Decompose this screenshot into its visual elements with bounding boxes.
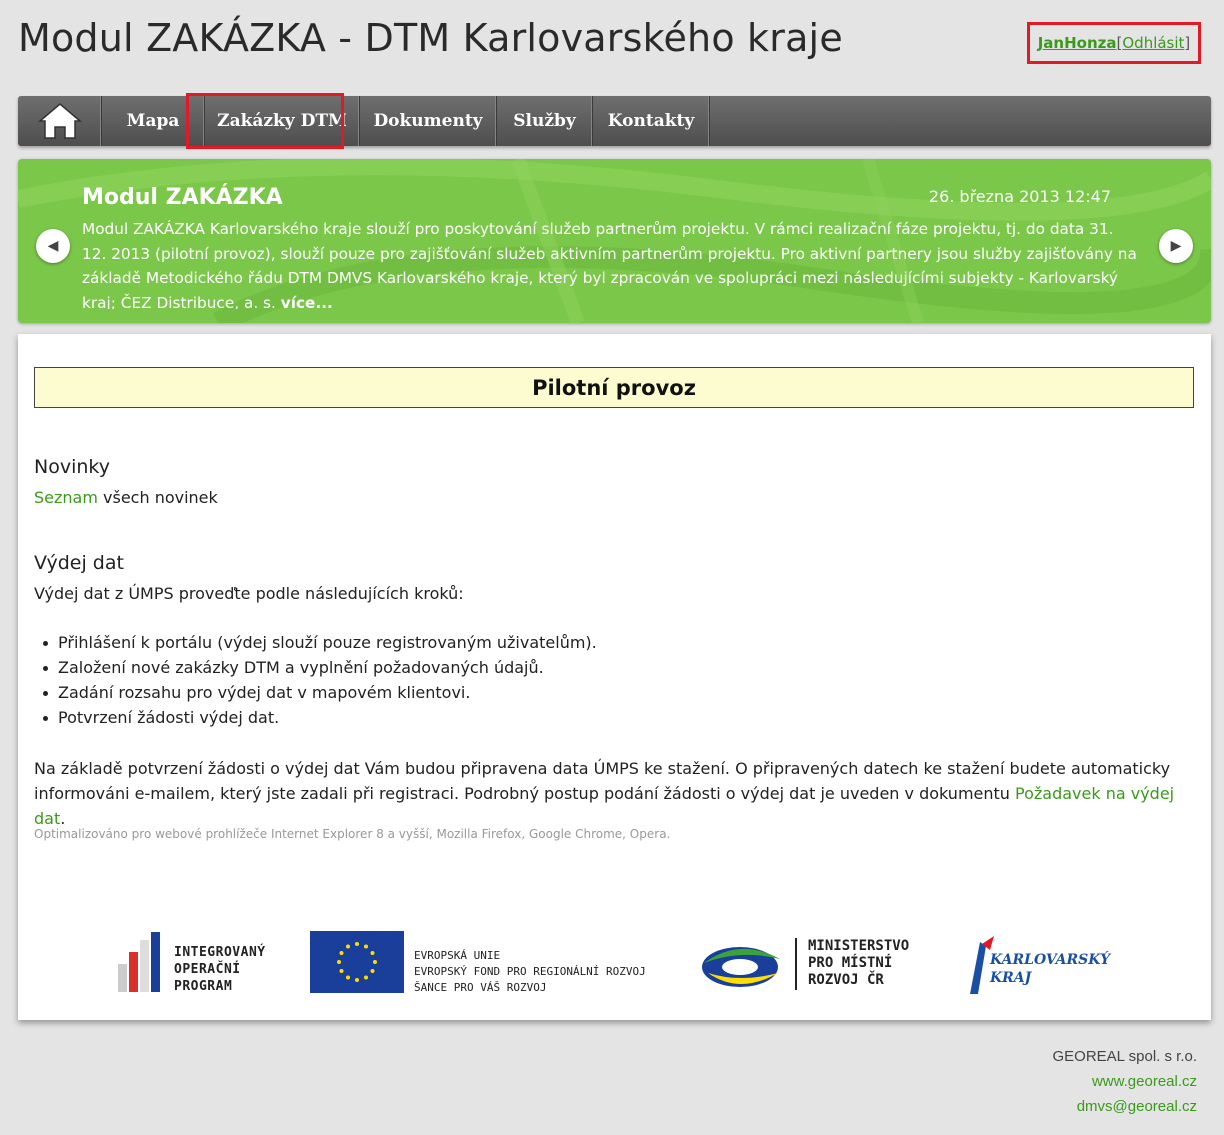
list-item: Potvrzení žádosti výdej dat.: [34, 705, 597, 730]
nav-item-mapa[interactable]: Mapa: [102, 96, 205, 146]
footer-web-link[interactable]: www.georeal.cz: [1053, 1069, 1197, 1094]
info-paragraph: Na základě potvrzení žádosti o výdej dat…: [34, 756, 1199, 831]
mmr-line-text: MINISTERSTVO: [808, 938, 910, 954]
partner-logos: INTEGROVANÝ OPERAČNÍ PROGRAM EVROPSKÁ UN…: [18, 924, 1211, 1004]
mmr-line-text: ROZVOJ ČR: [808, 972, 884, 988]
iop-bars-icon: [118, 932, 160, 992]
home-icon: [37, 103, 82, 139]
logout-bracket-close: ]: [1184, 34, 1191, 52]
page-title: Modul ZAKÁZKA - DTM Karlovarského kraje: [18, 16, 843, 60]
banner-next-button[interactable]: ▶: [1159, 229, 1193, 263]
user-name-link[interactable]: JanHonza: [1038, 34, 1117, 52]
nav-home[interactable]: [18, 96, 102, 146]
news-list-link[interactable]: Seznam: [34, 488, 98, 507]
banner-body: Modul ZAKÁZKA Karlovarského kraje slouží…: [82, 220, 1137, 309]
info-paragraph-end: .: [60, 809, 66, 828]
news-line: Seznam všech novinek: [34, 488, 218, 507]
nav-item-dokumenty[interactable]: Dokumenty: [360, 96, 497, 146]
data-heading: Výdej dat: [34, 552, 124, 574]
list-item: Založení nové zakázky DTM a vyplnění pož…: [34, 655, 597, 680]
list-item: Zadání rozsahu pro výdej dat v mapovém k…: [34, 680, 597, 705]
mmr-logo-icon: [702, 947, 780, 987]
eu-line: EVROPSKÝ FOND PRO REGIONÁLNÍ ROZVOJ: [414, 965, 646, 978]
nav-item-sluzby[interactable]: Služby: [497, 96, 593, 146]
mmr-line-text: PRO MÍSTNÍ: [808, 955, 893, 971]
banner-more-link[interactable]: více...: [281, 294, 333, 310]
mmr-text: MINISTERSTVO PRO MÍSTNÍ ROZVOJ ČR: [808, 938, 909, 989]
list-item: Přihlášení k portálu (výdej slouží pouze…: [34, 630, 597, 655]
arrow-right-icon: ▶: [1170, 238, 1182, 254]
footer: GEOREAL spol. s r.o. www.georeal.cz dmvs…: [1053, 1044, 1198, 1119]
steps-list: Přihlášení k portálu (výdej slouží pouze…: [34, 630, 597, 730]
eu-flag-icon: [310, 931, 404, 993]
banner-prev-button[interactable]: ◀: [36, 229, 70, 263]
banner-text: Modul ZAKÁZKA Karlovarského kraje slouží…: [82, 217, 1142, 309]
news-banner: Modul ZAKÁZKA 26. března 2013 12:47 Modu…: [18, 159, 1211, 323]
kk-line: KARLOVARSKÝ: [990, 952, 1111, 968]
iop-line: INTEGROVANÝ: [174, 945, 266, 960]
footer-email-link[interactable]: dmvs@georeal.cz: [1053, 1094, 1197, 1119]
news-heading: Novinky: [34, 456, 110, 478]
data-intro: Výdej dat z ÚMPS proveďte podle následuj…: [34, 584, 464, 603]
logout-link[interactable]: Odhlásit: [1122, 34, 1184, 52]
news-line-rest: všech novinek: [97, 488, 218, 507]
iop-line: PROGRAM: [174, 979, 233, 994]
arrow-left-icon: ◀: [47, 238, 59, 254]
iop-text: INTEGROVANÝ OPERAČNÍ PROGRAM: [174, 944, 294, 995]
pilot-heading: Pilotní provoz: [34, 367, 1194, 408]
browser-note: Optimalizováno pro webové prohlížeče Int…: [34, 827, 671, 841]
main-content: Pilotní provoz Novinky Seznam všech novi…: [18, 334, 1211, 1020]
user-box: JanHonza [ Odhlásit ]: [1027, 22, 1201, 64]
karlovarsky-kraj-text: KARLOVARSKÝ KRAJ: [990, 951, 1110, 987]
nav-item-kontakty[interactable]: Kontakty: [593, 96, 710, 146]
banner-date: 26. března 2013 12:47: [928, 187, 1111, 206]
nav-item-zakazky-dtm[interactable]: Zakázky DTM: [205, 96, 360, 146]
eu-text: EVROPSKÁ UNIE EVROPSKÝ FOND PRO REGIONÁL…: [414, 948, 646, 996]
main-nav: Mapa Zakázky DTM Dokumenty Služby Kontak…: [18, 96, 1211, 146]
banner-title: Modul ZAKÁZKA: [82, 185, 283, 210]
kk-line: KRAJ: [990, 970, 1032, 986]
mmr-divider: [795, 938, 797, 990]
info-paragraph-text: Na základě potvrzení žádosti o výdej dat…: [34, 759, 1171, 803]
iop-line: OPERAČNÍ: [174, 962, 241, 977]
footer-company: GEOREAL spol. s r.o.: [1052, 1048, 1198, 1065]
eu-line: ŠANCE PRO VÁŠ ROZVOJ: [414, 981, 547, 994]
eu-line: EVROPSKÁ UNIE: [414, 949, 501, 962]
